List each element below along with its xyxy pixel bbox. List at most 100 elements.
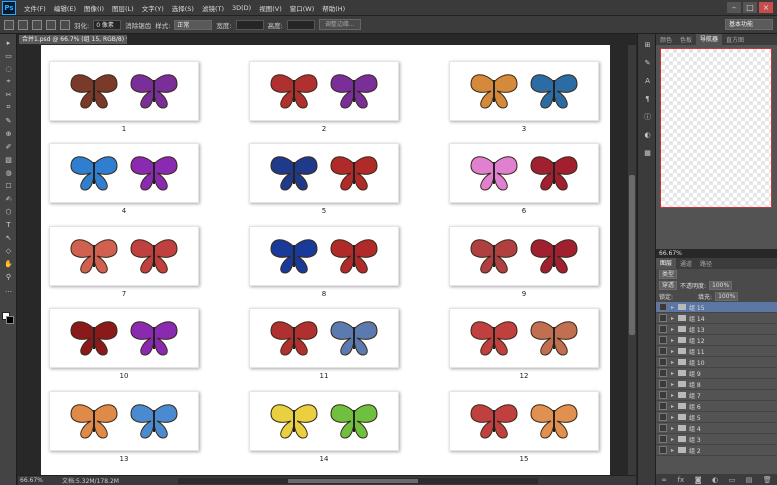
- butterfly-thumbnail[interactable]: [249, 226, 399, 286]
- layer-row[interactable]: ▸ 组 10: [656, 357, 777, 368]
- butterfly-thumbnail[interactable]: [449, 143, 599, 203]
- visibility-icon[interactable]: [659, 314, 667, 322]
- tab-navigator[interactable]: 导航器: [696, 34, 723, 45]
- butterfly-thumbnail[interactable]: [449, 308, 599, 368]
- tab-channels[interactable]: 通道: [676, 259, 696, 268]
- expand-arrow-icon[interactable]: ▸: [671, 425, 678, 432]
- document-tab[interactable]: 合并1.psd @ 66.7% (组 15, RGB/8) *: [18, 34, 128, 45]
- expand-arrow-icon[interactable]: ▸: [671, 359, 678, 366]
- butterfly-thumbnail[interactable]: [49, 391, 199, 451]
- butterfly-thumbnail[interactable]: [249, 61, 399, 121]
- refine-edge-button[interactable]: 调整边缘...: [318, 19, 361, 30]
- layers-footer-icon[interactable]: ▭: [729, 476, 736, 484]
- visibility-icon[interactable]: [659, 435, 667, 443]
- info-icon[interactable]: ⓘ: [639, 110, 656, 124]
- tool-icon[interactable]: ☐: [0, 180, 17, 191]
- visibility-icon[interactable]: [659, 402, 667, 410]
- menu-view[interactable]: 视图(V): [255, 3, 286, 13]
- expand-arrow-icon[interactable]: ▸: [671, 403, 678, 410]
- butterfly-thumbnail[interactable]: [249, 391, 399, 451]
- character-icon[interactable]: A: [639, 74, 656, 88]
- kind-filter-select[interactable]: 类型: [659, 270, 678, 279]
- navigator-preview[interactable]: [660, 48, 772, 208]
- intersect-selection-icon[interactable]: [60, 19, 70, 30]
- feather-input[interactable]: 0 像素: [93, 19, 122, 30]
- visibility-icon[interactable]: [659, 336, 667, 344]
- styles-icon[interactable]: ▦: [639, 146, 656, 160]
- visibility-icon[interactable]: [659, 358, 667, 366]
- tab-color[interactable]: 颜色: [656, 35, 676, 44]
- expand-arrow-icon[interactable]: ▸: [671, 315, 678, 322]
- butterfly-thumbnail[interactable]: [449, 391, 599, 451]
- tool-icon[interactable]: ◇: [0, 245, 17, 256]
- minimize-button[interactable]: –: [727, 2, 741, 13]
- visibility-icon[interactable]: [659, 369, 667, 377]
- layers-footer-icon[interactable]: 🗑: [763, 476, 772, 484]
- paragraph-icon[interactable]: ¶: [639, 92, 656, 106]
- layers-footer-icon[interactable]: ◙: [695, 476, 702, 484]
- layer-row[interactable]: ▸ 组 3: [656, 434, 777, 445]
- antialias-checkbox[interactable]: 消除锯齿: [125, 20, 151, 30]
- menu-filter[interactable]: 滤镜(T): [198, 3, 228, 13]
- layer-row[interactable]: ▸ 组 14: [656, 313, 777, 324]
- tool-icon[interactable]: ✐: [0, 141, 17, 152]
- maximize-button[interactable]: □: [743, 2, 757, 13]
- workspace-select[interactable]: 基本功能: [725, 19, 773, 30]
- butterfly-thumbnail[interactable]: [449, 61, 599, 121]
- visibility-icon[interactable]: [659, 413, 667, 421]
- layer-row[interactable]: ▸ 组 11: [656, 346, 777, 357]
- expand-arrow-icon[interactable]: ▸: [671, 304, 678, 311]
- butterfly-thumbnail[interactable]: [49, 226, 199, 286]
- menu-select[interactable]: 选择(S): [168, 3, 198, 13]
- navigator-zoom[interactable]: 66.67%: [659, 250, 682, 257]
- expand-arrow-icon[interactable]: ▸: [671, 414, 678, 421]
- tool-icon[interactable]: ◌: [0, 63, 17, 74]
- expand-arrow-icon[interactable]: ▸: [671, 348, 678, 355]
- close-button[interactable]: ×: [759, 2, 773, 13]
- layers-footer-icon[interactable]: ∞: [661, 476, 667, 484]
- tab-paths[interactable]: 路径: [696, 259, 716, 268]
- expand-arrow-icon[interactable]: ▸: [671, 392, 678, 399]
- visibility-icon[interactable]: [659, 391, 667, 399]
- tab-layers[interactable]: 图层: [656, 258, 677, 269]
- layers-footer-icon[interactable]: fx: [678, 476, 685, 484]
- fill-input[interactable]: 100%: [715, 292, 739, 301]
- menu-type[interactable]: 文字(Y): [138, 3, 168, 13]
- tool-icon[interactable]: ✎: [0, 115, 17, 126]
- tool-icon[interactable]: ⌗: [0, 102, 17, 113]
- marquee-tool-preset-icon[interactable]: [4, 19, 14, 30]
- butterfly-thumbnail[interactable]: [49, 308, 199, 368]
- canvas-area[interactable]: 1 2 3 4 5 6 7 8 9 10 11 12 13 14 15: [18, 45, 628, 475]
- menu-layer[interactable]: 图层(L): [108, 3, 138, 13]
- document-canvas[interactable]: 1 2 3 4 5 6 7 8 9 10 11 12 13 14 15: [41, 45, 610, 475]
- expand-arrow-icon[interactable]: ▸: [671, 337, 678, 344]
- menu-window[interactable]: 窗口(W): [286, 3, 319, 13]
- visibility-icon[interactable]: [659, 424, 667, 432]
- tab-histogram[interactable]: 直方图: [722, 35, 748, 44]
- menu-3d[interactable]: 3D(D): [228, 4, 255, 12]
- tool-icon[interactable]: ✋: [0, 258, 17, 269]
- width-input[interactable]: [235, 19, 264, 30]
- tool-icon[interactable]: …: [0, 284, 17, 295]
- tool-icon[interactable]: ⚲: [0, 271, 17, 282]
- tool-icon[interactable]: ▧: [0, 154, 17, 165]
- layer-row[interactable]: ▸ 组 15: [656, 302, 777, 313]
- horizontal-scroll-thumb[interactable]: [288, 479, 418, 483]
- expand-arrow-icon[interactable]: ▸: [671, 370, 678, 377]
- butterfly-thumbnail[interactable]: [249, 308, 399, 368]
- layer-row[interactable]: ▸ 组 5: [656, 412, 777, 423]
- vertical-scroll-thumb[interactable]: [629, 175, 635, 335]
- tool-icon[interactable]: ▸: [0, 37, 17, 48]
- layer-row[interactable]: ▸ 组 4: [656, 423, 777, 434]
- menu-help[interactable]: 帮助(H): [318, 3, 349, 13]
- layer-row[interactable]: ▸ 组 9: [656, 368, 777, 379]
- tool-icon[interactable]: ⬡: [0, 206, 17, 217]
- expand-arrow-icon[interactable]: ▸: [671, 447, 678, 454]
- adjustments-icon[interactable]: ◐: [639, 128, 656, 142]
- tool-icon[interactable]: ⌖: [0, 76, 17, 87]
- layer-row[interactable]: ▸ 组 7: [656, 390, 777, 401]
- new-selection-icon[interactable]: [18, 19, 28, 30]
- menu-file[interactable]: 文件(F): [20, 3, 50, 13]
- visibility-icon[interactable]: [659, 347, 667, 355]
- menu-edit[interactable]: 编辑(E): [50, 3, 80, 13]
